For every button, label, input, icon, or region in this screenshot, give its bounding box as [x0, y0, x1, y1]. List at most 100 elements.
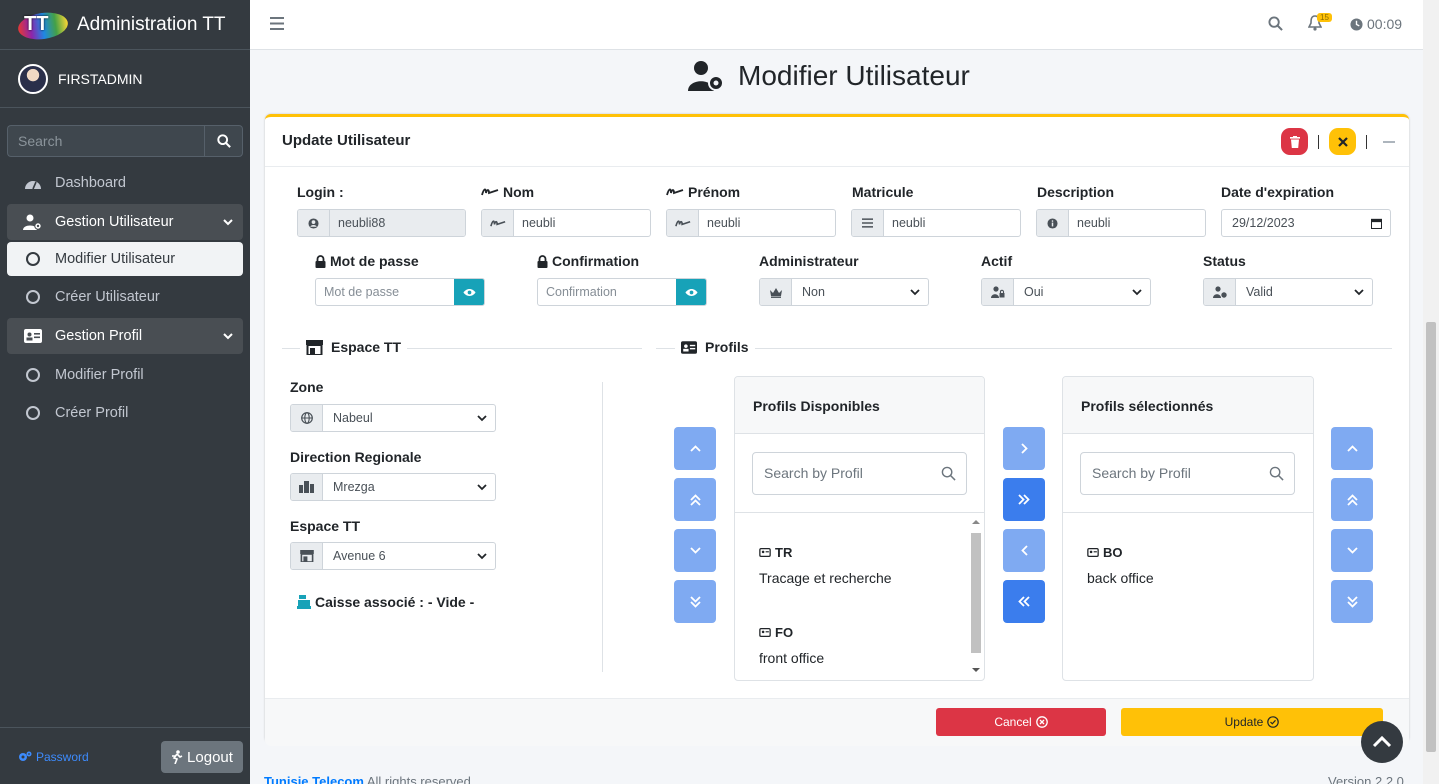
password-input[interactable]: Mot de passe [316, 279, 454, 305]
espace-legend: Espace TT [300, 339, 408, 355]
prenom-input[interactable]: neubli [699, 210, 835, 236]
close-icon [1337, 136, 1348, 147]
available-profiles-search[interactable]: Search by Profil [752, 452, 967, 495]
status-value: Valid [1246, 285, 1273, 299]
confirmation-label: Confirmation [537, 253, 639, 269]
actif-select[interactable]: Oui [981, 278, 1151, 306]
store-icon [291, 543, 323, 569]
running-icon [172, 750, 183, 764]
menu-toggle-icon[interactable] [270, 17, 284, 33]
move-top-button[interactable] [674, 478, 716, 521]
collapse-button[interactable] [1383, 140, 1395, 143]
sidebar: TT Administration TT FIRSTADMIN Search D… [0, 0, 250, 784]
add-all-button[interactable] [1003, 478, 1045, 521]
footer-company-link[interactable]: Tunisie Telecom [264, 774, 364, 784]
description-input[interactable]: neubli [1069, 210, 1205, 236]
selected-move-up-button[interactable] [1331, 427, 1373, 470]
chevron-down-icon [689, 547, 701, 554]
eye-icon [462, 288, 476, 296]
espace-select[interactable]: Avenue 6 [290, 542, 496, 570]
delete-button[interactable] [1281, 128, 1308, 155]
sidebar-item-modifier-utilisateur[interactable]: Modifier Utilisateur [7, 242, 243, 276]
user-panel[interactable]: FIRSTADMIN [0, 50, 250, 108]
direction-select[interactable]: Mrezga [290, 473, 496, 501]
brand[interactable]: TT Administration TT [0, 0, 250, 50]
expiration-input[interactable]: 29/12/2023 [1222, 210, 1390, 236]
circle-icon [26, 368, 40, 382]
selected-move-top-button[interactable] [1331, 478, 1373, 521]
zone-select[interactable]: Nabeul [290, 404, 496, 432]
actif-value: Oui [1024, 285, 1044, 299]
app-logo: TT [16, 9, 70, 42]
available-profiles-list: Profils Disponibles Search by Profil TR … [734, 376, 985, 681]
crown-icon [760, 279, 792, 305]
login-input[interactable]: neubli88 [330, 210, 465, 236]
sidebar-item-creer-profil[interactable]: Créer Profil [7, 394, 243, 432]
description-label: Description [1037, 184, 1115, 200]
logout-button[interactable]: Logout [161, 741, 243, 773]
page-scrollbar[interactable] [1423, 0, 1439, 784]
user-lock-icon [982, 279, 1014, 305]
back-to-top-button[interactable] [1361, 721, 1403, 763]
sidebar-item-dashboard[interactable]: Dashboard [7, 164, 243, 202]
login-label: Login : [297, 184, 344, 200]
profile-item-tr[interactable]: TR Tracage et recherche [759, 545, 892, 586]
page-footer: Tunisie Telecom All rights reserved. [264, 774, 475, 784]
update-button[interactable]: Update [1121, 708, 1383, 736]
globe-icon [291, 405, 323, 431]
administrateur-select[interactable]: Non [759, 278, 929, 306]
sidebar-item-label: Gestion Profil [55, 328, 143, 344]
trash-icon [1289, 135, 1300, 148]
cancel-button[interactable]: Cancel [936, 708, 1106, 736]
remove-selected-button[interactable] [1003, 529, 1045, 572]
confirmation-input[interactable]: Confirmation [538, 279, 676, 305]
sidebar-item-label: Créer Profil [55, 405, 129, 421]
sidebar-item-gestion-utilisateur[interactable]: Gestion Utilisateur [7, 204, 243, 240]
notifications-button[interactable]: 15 [1307, 13, 1332, 34]
selected-move-bottom-button[interactable] [1331, 580, 1373, 623]
sidebar-item-modifier-profil[interactable]: Modifier Profil [7, 356, 243, 394]
divider [1318, 134, 1319, 149]
selected-move-down-button[interactable] [1331, 529, 1373, 572]
sidebar-footer: Password Logout [0, 727, 250, 784]
profile-item-fo[interactable]: FO front office [759, 625, 824, 666]
chevron-right-icon [1020, 443, 1028, 454]
id-card-icon [759, 548, 771, 557]
timer-value: 00:09 [1367, 16, 1403, 32]
selected-profiles-search[interactable]: Search by Profil [1080, 452, 1295, 495]
move-bottom-button[interactable] [674, 580, 716, 623]
password-field: Mot de passe [315, 278, 485, 306]
notification-badge: 15 [1317, 13, 1332, 22]
chevron-down-icon [223, 328, 233, 344]
remove-all-button[interactable] [1003, 580, 1045, 623]
search-icon[interactable] [1268, 16, 1283, 34]
move-down-button[interactable] [674, 529, 716, 572]
add-selected-button[interactable] [1003, 427, 1045, 470]
toggle-confirmation-button[interactable] [676, 279, 706, 305]
card-footer: Cancel Update [265, 698, 1409, 746]
page-title-text: Modifier Utilisateur [738, 60, 970, 91]
sidebar-item-label: Créer Utilisateur [55, 289, 160, 305]
sidebar-item-creer-utilisateur[interactable]: Créer Utilisateur [7, 278, 243, 316]
chevron-down-icon [1346, 547, 1358, 554]
status-select[interactable]: Valid [1203, 278, 1373, 306]
calendar-icon [1371, 218, 1382, 229]
double-chevron-up-icon [689, 493, 701, 506]
direction-value: Mrezga [333, 480, 375, 494]
update-label: Update [1224, 715, 1264, 729]
close-button[interactable] [1329, 128, 1356, 155]
list-scrollbar[interactable] [971, 517, 981, 677]
toggle-password-button[interactable] [454, 279, 484, 305]
sidebar-search-input[interactable]: Search [7, 125, 204, 157]
move-up-button[interactable] [674, 427, 716, 470]
direction-label: Direction Regionale [290, 449, 422, 465]
profile-item-bo[interactable]: BO back office [1087, 545, 1154, 586]
espace-label: Espace TT [290, 518, 361, 534]
matricule-input[interactable]: neubli [884, 210, 1020, 236]
nom-input[interactable]: neubli [514, 210, 650, 236]
sidebar-search-button[interactable] [204, 125, 243, 157]
sidebar-item-gestion-profil[interactable]: Gestion Profil [7, 318, 243, 354]
chevron-down-icon [477, 483, 487, 490]
user-circle-icon [298, 210, 330, 236]
password-link[interactable]: Password [18, 750, 89, 764]
